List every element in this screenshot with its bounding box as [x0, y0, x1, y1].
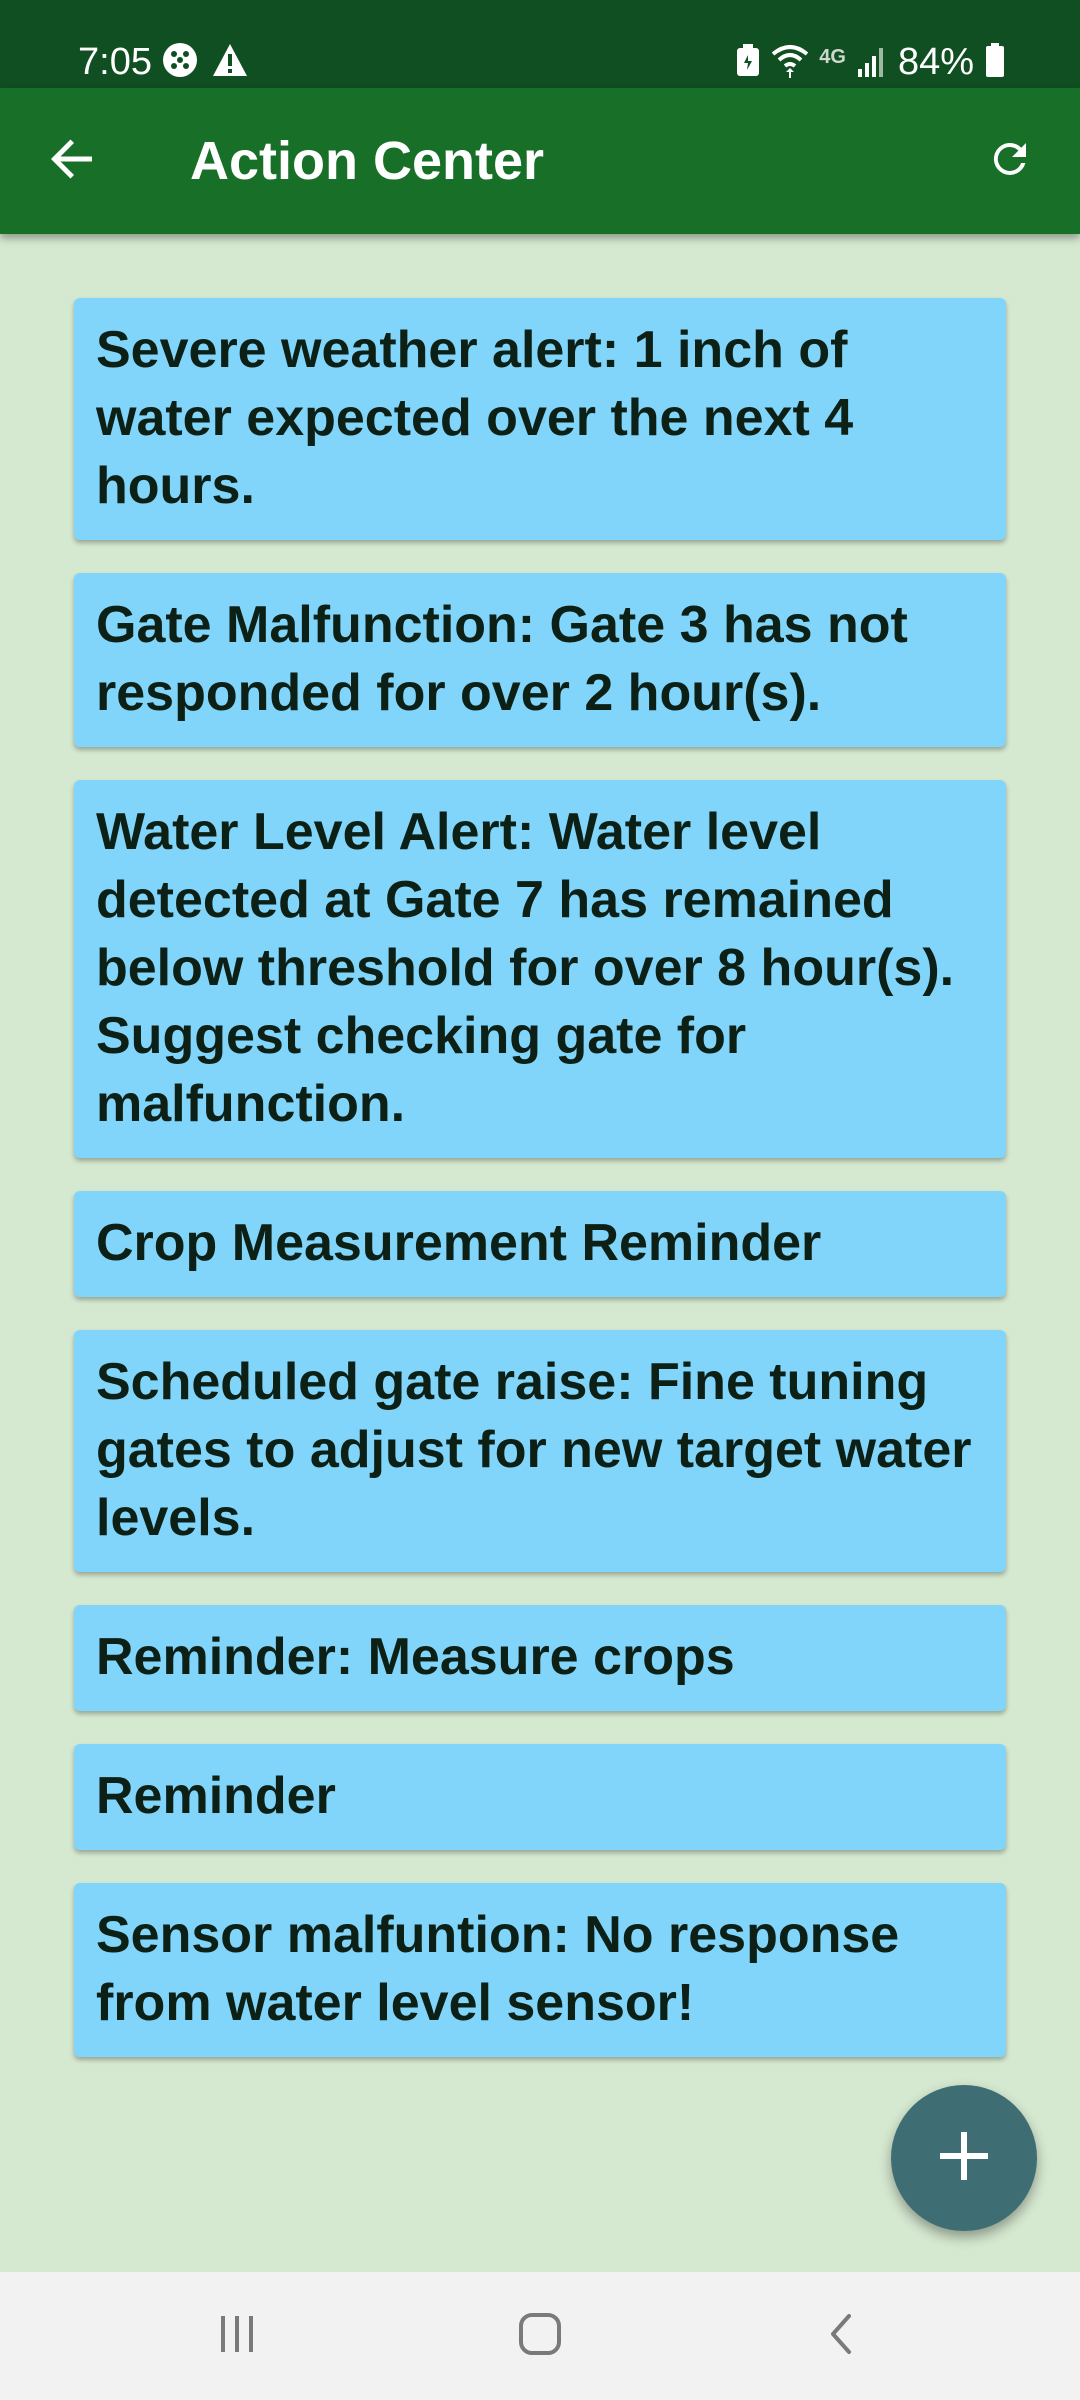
arrow-back-icon — [48, 135, 96, 188]
notification-card[interactable]: Reminder: Measure crops — [74, 1605, 1006, 1711]
battery-percent: 84% — [897, 41, 974, 83]
notification-card[interactable]: Reminder — [74, 1744, 1006, 1850]
system-nav-bar — [0, 2272, 1080, 2400]
status-bar: 7:05 4G 84% — [0, 0, 1080, 88]
app-notification-icon — [162, 42, 198, 83]
battery-saver-icon — [735, 43, 761, 82]
notification-card[interactable]: Scheduled gate raise: Fine tuning gates … — [74, 1330, 1006, 1572]
notification-text: Reminder: Measure crops — [96, 1628, 735, 1686]
status-system-icons: 4G 84% — [735, 38, 1006, 86]
notification-text: Sensor malfuntion: No response from wate… — [96, 1906, 900, 2032]
refresh-icon — [986, 135, 1034, 188]
notification-card[interactable]: Crop Measurement Reminder — [74, 1191, 1006, 1297]
back-nav-button[interactable] — [781, 2296, 901, 2376]
battery-icon — [984, 42, 1006, 83]
home-icon — [518, 2312, 562, 2361]
app-bar: Action Center — [0, 88, 1080, 234]
notification-text: Gate Malfunction: Gate 3 has not respond… — [96, 596, 908, 722]
status-time: 7:05 — [78, 41, 152, 83]
wifi-icon — [771, 42, 809, 83]
page-title: Action Center — [190, 131, 545, 191]
back-icon — [825, 2312, 857, 2361]
notification-text: Scheduled gate raise: Fine tuning gates … — [96, 1353, 972, 1547]
notification-list: Severe weather alert: 1 inch of water ex… — [74, 298, 1006, 2057]
back-button[interactable] — [36, 125, 108, 197]
notification-text: Severe weather alert: 1 inch of water ex… — [96, 321, 854, 515]
notification-text: Reminder — [96, 1767, 336, 1825]
signal-icon — [856, 43, 888, 82]
notification-card[interactable]: Severe weather alert: 1 inch of water ex… — [74, 298, 1006, 540]
plus-icon — [936, 2128, 992, 2189]
add-button[interactable] — [891, 2085, 1037, 2231]
home-button[interactable] — [480, 2296, 600, 2376]
network-type-label: 4G — [819, 45, 846, 68]
recent-apps-icon — [215, 2314, 259, 2359]
status-notification-icons — [162, 40, 248, 84]
notification-card[interactable]: Gate Malfunction: Gate 3 has not respond… — [74, 573, 1006, 747]
notification-text: Water Level Alert: Water level detected … — [96, 803, 955, 1133]
notification-card[interactable]: Water Level Alert: Water level detected … — [74, 780, 1006, 1158]
notification-card[interactable]: Sensor malfuntion: No response from wate… — [74, 1883, 1006, 2057]
notification-text: Crop Measurement Reminder — [96, 1214, 822, 1272]
refresh-button[interactable] — [974, 125, 1046, 197]
recent-apps-button[interactable] — [177, 2296, 297, 2376]
warning-icon — [212, 43, 248, 82]
